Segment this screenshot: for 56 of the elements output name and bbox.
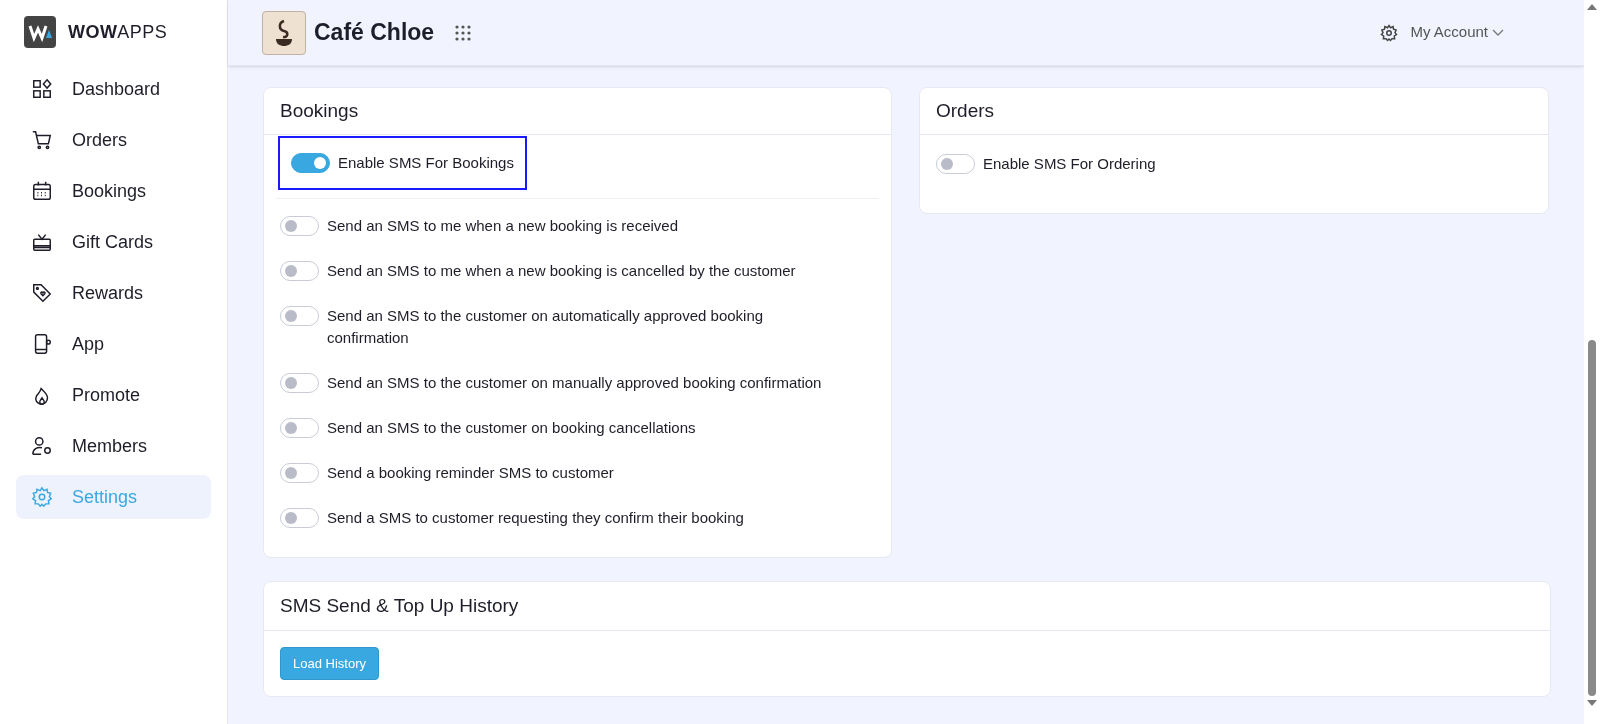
scrollbar-thumb[interactable] — [1588, 340, 1596, 696]
calendar-icon — [31, 180, 53, 202]
settings-icon — [31, 486, 53, 508]
user-gear-icon — [31, 435, 53, 457]
toggle-label: Send an SMS to the customer on booking cancellations — [327, 418, 696, 438]
venue-name: Café Chloe — [314, 18, 435, 48]
sidebar-item[interactable]: App — [16, 322, 211, 366]
toggle-row[interactable]: Send an SMS to the customer on manually approved booking confirmation — [264, 372, 891, 394]
sidebar-item[interactable]: Gift Cards — [16, 220, 211, 264]
toggle-label: Send an SMS to the customer on manually approved booking confirmation — [327, 373, 822, 393]
card-title: Orders — [936, 98, 995, 123]
settings-icon[interactable] — [1380, 23, 1399, 42]
toggle-label: Enable SMS For Ordering — [983, 154, 1156, 174]
dashboard-icon — [31, 78, 53, 100]
toggle-label: Send an SMS to me when a new booking is received — [327, 216, 679, 236]
toggle-switch[interactable] — [280, 261, 319, 281]
toggle-row[interactable]: Send a booking reminder SMS to customer — [264, 462, 891, 484]
sidebar-item[interactable]: Promote — [16, 373, 211, 417]
card-title: Bookings — [280, 98, 359, 123]
toggle-switch[interactable] — [280, 216, 319, 236]
toggle-row[interactable]: Send a SMS to customer requesting they confirm their booking — [264, 507, 891, 529]
toggle-row[interactable]: Send an SMS to me when a new booking is cancelled by the customer — [264, 260, 891, 282]
sidebar-item[interactable]: Dashboard — [16, 67, 211, 111]
brand-name: WOWAPPS — [68, 20, 168, 44]
coffee-cup-icon — [273, 17, 295, 48]
scroll-up-icon[interactable] — [1587, 4, 1597, 10]
toggle-switch[interactable] — [280, 373, 319, 393]
toggle-row[interactable]: Send an SMS to the customer on automatically approved booking confirmation — [264, 305, 891, 349]
toggle-label: Send an SMS to the customer on automatically approved booking confirmation — [327, 306, 765, 348]
logo-icon — [24, 16, 56, 48]
tag-heart-icon — [31, 282, 53, 304]
toggle-row[interactable]: Enable SMS For Bookings — [280, 138, 525, 188]
toggle-switch[interactable] — [280, 463, 319, 483]
sidebar-item[interactable]: Rewards — [16, 271, 211, 315]
scroll-down-icon[interactable] — [1587, 700, 1597, 706]
toggle-label: Send a booking reminder SMS to customer — [327, 463, 614, 483]
toggle-switch[interactable] — [280, 418, 319, 438]
sidebar-item[interactable]: Orders — [16, 118, 211, 162]
toggle-row[interactable]: Send an SMS to me when a new booking is received — [264, 215, 891, 237]
sidebar-item[interactable]: Members — [16, 424, 211, 468]
toggle-label: Send a SMS to customer requesting they confirm their booking — [327, 508, 744, 528]
card-title: SMS Send & Top Up History — [280, 593, 519, 618]
toggle-label: Send an SMS to me when a new booking is cancelled by the customer — [327, 261, 796, 281]
toggle-switch[interactable] — [291, 153, 330, 173]
toggle-switch[interactable] — [280, 508, 319, 528]
cart-icon — [31, 129, 53, 151]
chevron-down-icon — [1492, 28, 1504, 37]
toggle-row[interactable]: Enable SMS For Ordering — [920, 153, 1548, 175]
sidebar-item[interactable]: Bookings — [16, 169, 211, 213]
scrollbar[interactable] — [1584, 0, 1600, 724]
toggle-label: Enable SMS For Bookings — [338, 153, 514, 173]
apps-grid-icon[interactable] — [454, 23, 473, 42]
toggle-switch[interactable] — [280, 306, 319, 326]
account-menu[interactable]: My Account — [1410, 21, 1504, 44]
toggle-switch[interactable] — [936, 154, 975, 174]
toggle-row[interactable]: Send an SMS to the customer on booking cancellations — [264, 417, 891, 439]
